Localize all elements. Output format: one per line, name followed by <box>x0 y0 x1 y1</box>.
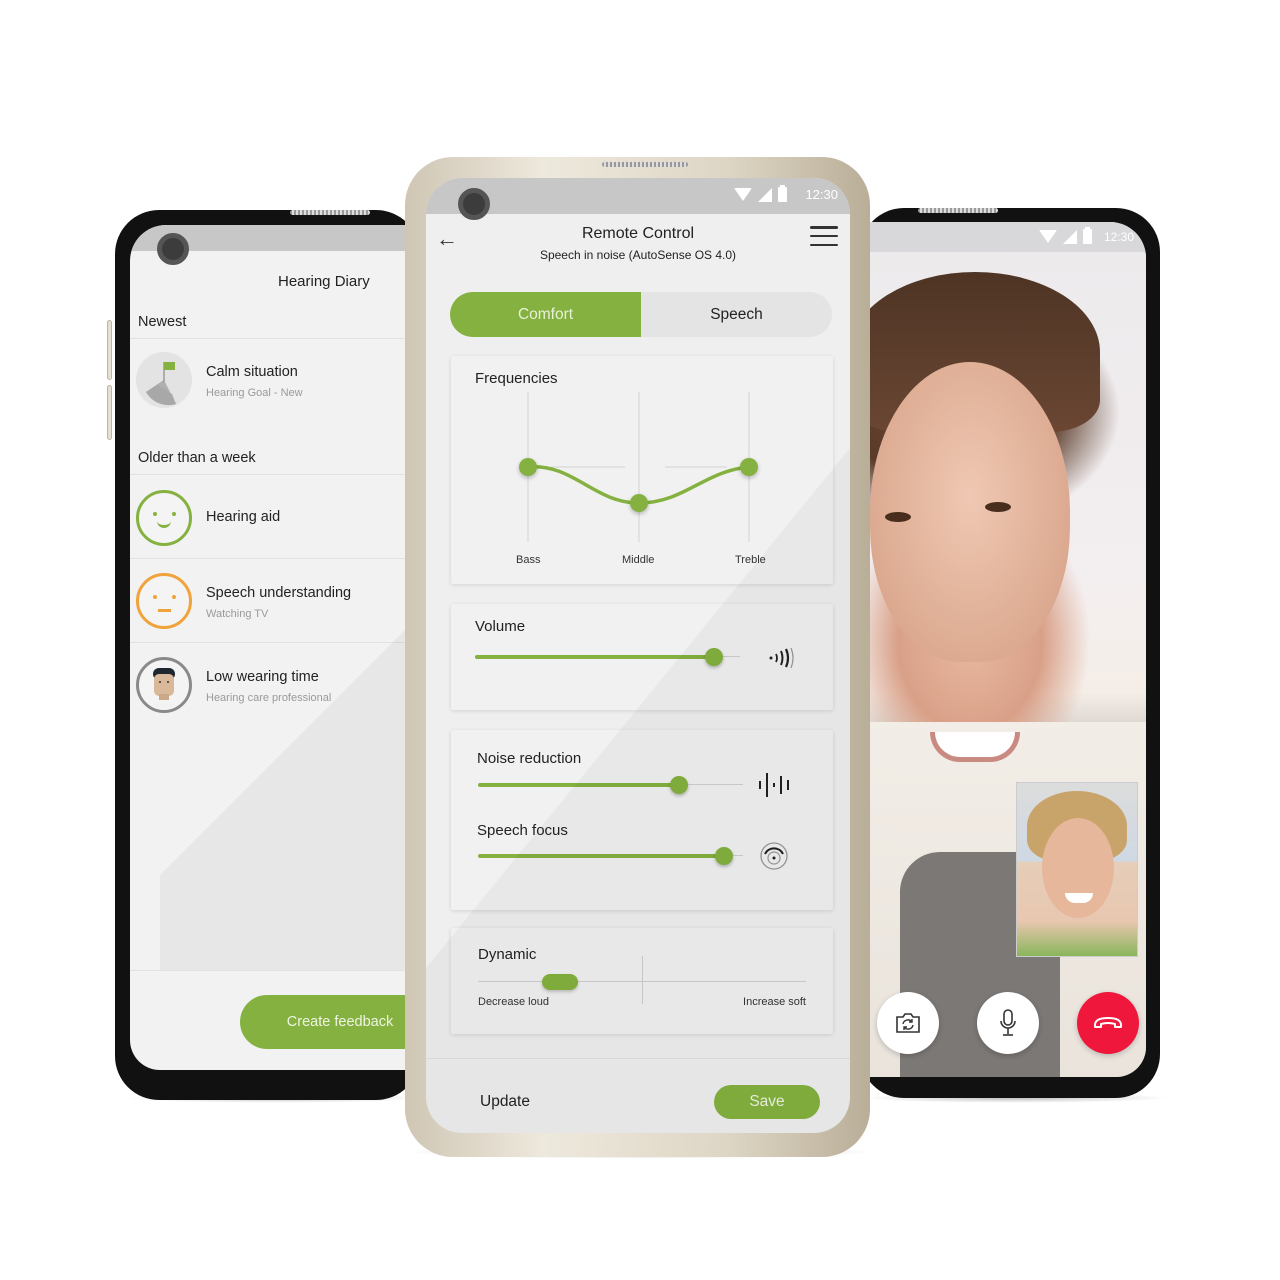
frequencies-card: Frequencies Bass Middle Treble <box>451 356 833 584</box>
video-call-screen: 12:30 <box>860 222 1146 1077</box>
section-label-newest: Newest <box>138 314 187 330</box>
end-call-icon <box>1094 1017 1122 1028</box>
professional-avatar <box>136 657 192 713</box>
speech-focus-icon <box>760 842 788 870</box>
footer-divider <box>426 1058 850 1059</box>
wifi-icon <box>1038 230 1057 243</box>
happy-face-icon <box>136 490 192 546</box>
divider <box>130 338 420 339</box>
list-item[interactable]: Low wearing time Hearing care profession… <box>136 657 420 727</box>
divider <box>130 642 420 643</box>
self-view-video[interactable] <box>1016 782 1138 957</box>
page-title: Remote Control <box>581 225 695 242</box>
noise-reduction-label: Noise reduction <box>477 750 582 767</box>
cellular-signal-icon <box>1062 229 1077 244</box>
item-subtitle: Hearing Goal - New <box>206 387 303 399</box>
status-time: 12:30 <box>805 187 838 202</box>
slider-thumb[interactable] <box>704 648 723 666</box>
item-subtitle: Watching TV <box>206 608 269 620</box>
volume-card: Volume <box>451 604 833 710</box>
noise-waveform-icon <box>759 773 789 797</box>
create-feedback-button[interactable]: Create feedback <box>240 995 420 1049</box>
page-subtitle: Speech in noise (AutoSense OS 4.0) <box>539 248 737 262</box>
update-label: Update <box>480 1093 530 1110</box>
list-item[interactable]: Hearing aid <box>136 490 420 560</box>
battery-icon <box>1082 227 1092 244</box>
decrease-loud-label: Decrease loud <box>478 996 549 1008</box>
program-tabs: Comfort Speech <box>450 292 832 337</box>
tab-comfort[interactable]: Comfort <box>450 292 641 337</box>
mute-button[interactable] <box>977 992 1039 1054</box>
item-title: Low wearing time <box>206 669 319 685</box>
speech-focus-label: Speech focus <box>477 822 568 839</box>
item-title: Speech understanding <box>206 585 352 601</box>
speech-focus-slider[interactable] <box>478 847 743 865</box>
status-time: 12:30 <box>1103 229 1134 244</box>
dynamic-card: Dynamic Decrease loud Increase soft <box>451 928 833 1034</box>
cellular-signal-icon <box>758 187 773 202</box>
camera-switch-icon <box>896 1013 920 1033</box>
speaker-grille <box>602 162 688 167</box>
video-call-phone: 12:30 <box>855 203 1165 1103</box>
microphone-icon <box>1000 1009 1016 1036</box>
volume-slider[interactable] <box>475 648 740 666</box>
status-bar: 12:30 <box>860 222 1146 252</box>
band-label-bass: Bass <box>516 554 541 566</box>
dynamic-label: Dynamic <box>478 946 537 963</box>
section-label-older: Older than a week <box>138 450 256 466</box>
eq-knob-bass[interactable] <box>519 458 537 476</box>
divider <box>130 970 420 971</box>
band-label-middle: Middle <box>622 554 655 566</box>
front-camera <box>157 233 189 265</box>
volume-button <box>107 385 112 440</box>
increase-soft-label: Increase soft <box>743 996 806 1008</box>
battery-icon <box>778 185 788 202</box>
equalizer <box>519 392 758 542</box>
hamburger-menu-icon[interactable] <box>810 226 838 246</box>
item-title: Hearing aid <box>206 509 281 525</box>
noise-speech-card: Noise reduction Speech focus <box>451 730 833 910</box>
switch-camera-button[interactable] <box>877 992 939 1054</box>
status-bar: 12:30 <box>426 178 850 214</box>
app-header: ← Remote Control Speech in noise (AutoSe… <box>426 214 850 274</box>
list-item[interactable]: Calm situation Hearing Goal - New <box>136 352 420 422</box>
slider-thumb[interactable] <box>670 776 689 794</box>
item-subtitle: Hearing care professional <box>206 692 332 704</box>
neutral-face-icon <box>136 573 192 629</box>
page-title: Hearing Diary <box>278 273 370 290</box>
dynamic-slider-thumb[interactable] <box>542 974 578 990</box>
sound-waves-icon <box>769 647 794 669</box>
end-call-button[interactable] <box>1077 992 1139 1054</box>
slider-thumb[interactable] <box>715 847 734 865</box>
tab-speech[interactable]: Speech <box>641 292 832 337</box>
speaker-grille <box>290 210 370 215</box>
speaker-grille <box>918 208 998 213</box>
diary-screen: Hearing Diary Newest Calm situation Hear… <box>130 225 420 1070</box>
eq-knob-middle[interactable] <box>630 494 648 512</box>
remote-person-face <box>870 362 1070 762</box>
divider <box>130 558 420 559</box>
band-label-treble: Treble <box>735 554 766 566</box>
remote-control-screen: 12:30 ← Remote Control Speech in noise (… <box>426 178 850 1133</box>
list-item[interactable]: Speech understanding Watching TV <box>136 573 420 643</box>
center-marker <box>642 956 643 1004</box>
volume-button <box>107 320 112 380</box>
wifi-icon <box>734 188 753 201</box>
goal-flag-icon <box>136 352 192 408</box>
divider <box>130 474 420 475</box>
volume-label: Volume <box>475 618 526 635</box>
item-title: Calm situation <box>206 364 298 380</box>
hearing-diary-phone: Hearing Diary Newest Calm situation Hear… <box>107 205 425 1105</box>
save-button[interactable]: Save <box>714 1085 820 1119</box>
noise-reduction-slider[interactable] <box>478 776 743 794</box>
remote-control-phone: 12:30 ← Remote Control Speech in noise (… <box>405 157 870 1157</box>
eq-knob-treble[interactable] <box>740 458 758 476</box>
